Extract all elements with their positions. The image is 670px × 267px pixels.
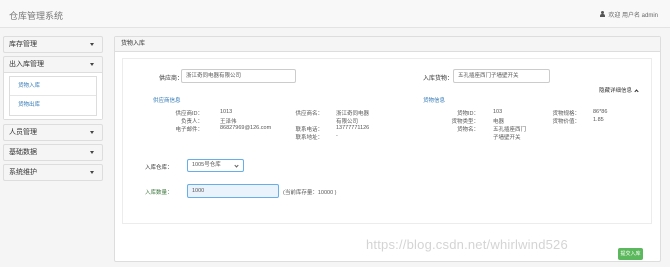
sidebar-group-body: 货物入库 货物出库 [4, 72, 102, 119]
info-value: 王泽伟 [220, 119, 237, 125]
warehouse-select[interactable]: 1005号仓库 [187, 159, 244, 172]
warehouse-label: 入库仓库： [145, 165, 173, 171]
info-value: 浙江奇同电器 [336, 111, 370, 117]
sidebar-group-basic-data[interactable]: 基础数据 [3, 144, 103, 161]
sidebar-group-system[interactable]: 系统维护 [3, 164, 103, 181]
info-value: 86827969@126.com [220, 125, 272, 131]
caret-down-icon [90, 63, 94, 66]
info-key: 联系电话： [295, 127, 323, 133]
info-value: 五孔插座西门 [493, 127, 527, 133]
info-key: 货物价值： [552, 119, 580, 125]
info-key: 供应商ID： [175, 111, 203, 117]
goods-info-title: 货物信息 [423, 98, 446, 104]
user-icon [599, 11, 606, 18]
welcome-text: 欢迎 用户名 admin [608, 13, 658, 19]
chevron-up-icon [634, 89, 639, 94]
submenu: 货物入库 货物出库 [9, 76, 97, 116]
sidebar-group-stock-in-out[interactable]: 出入库管理 货物入库 货物出库 [3, 56, 103, 120]
info-key: 货物名： [456, 127, 479, 133]
supplier-label: 供应商： [159, 76, 184, 82]
info-value: 86*86 [593, 109, 608, 115]
sidebar-group-label: 出入库管理 [9, 61, 44, 68]
chevron-down-icon [234, 163, 239, 168]
user-menu[interactable]: 欢迎 用户名 admin [599, 10, 658, 19]
info-value: 子墙壁开关 [493, 135, 521, 141]
caret-down-icon [90, 151, 94, 154]
sidebar: 库存管理 出入库管理 货物入库 货物出库 人员管理 基础数据 系统维护 [3, 36, 103, 184]
info-key: 电子邮件： [175, 127, 203, 133]
sidebar-group-label: 系统维护 [9, 169, 37, 176]
supplier-input[interactable]: 浙江奇同电器有限公司 [181, 69, 296, 83]
hide-details-toggle[interactable]: 隐藏详细信息 [599, 86, 639, 94]
sidebar-group-label: 库存管理 [9, 41, 37, 48]
sidebar-group-inventory[interactable]: 库存管理 [3, 36, 103, 53]
sidebar-group-label: 人员管理 [9, 129, 37, 136]
sidebar-group-personnel[interactable]: 人员管理 [3, 124, 103, 141]
submit-stock-in-button[interactable]: 提交入库 [618, 248, 643, 260]
info-value: 1013 [220, 109, 233, 115]
caret-down-icon [90, 43, 94, 46]
info-value: 13777771126 [336, 125, 370, 131]
stock-note: (当前库存量：10000 ) [283, 190, 337, 196]
info-key: 联系地址： [295, 135, 323, 141]
info-value: 有限公司 [336, 119, 359, 125]
info-key: 货物规格： [552, 111, 580, 117]
sidebar-item-stock-out[interactable]: 货物出库 [10, 96, 96, 115]
panel-title: 货物入库 [115, 37, 660, 52]
stock-in-panel: 货物入库 供应商： 浙江奇同电器有限公司 入库货物： 五孔插座西门子墙壁开关 隐… [114, 36, 661, 262]
quantity-label: 入库数量： [145, 190, 173, 196]
sidebar-item-stock-in[interactable]: 货物入库 [10, 77, 96, 96]
app-brand[interactable]: 仓库管理系统 [9, 9, 63, 22]
info-key: 货物类型： [451, 119, 479, 125]
watermark: https://blog.csdn.net/whirlwind526 [366, 237, 568, 252]
quantity-input[interactable]: 1000 [187, 184, 279, 198]
info-value: - [336, 133, 338, 139]
info-key: 负责人： [180, 119, 203, 125]
info-key: 货物ID： [456, 111, 479, 117]
top-navbar: 仓库管理系统 欢迎 用户名 admin [0, 0, 670, 28]
supplier-info-title: 供应商信息 [153, 98, 181, 104]
info-value: 电器 [493, 119, 505, 125]
goods-input[interactable]: 五孔插座西门子墙壁开关 [453, 69, 550, 83]
info-value: 103 [493, 109, 503, 115]
info-value: 1.85 [593, 117, 604, 123]
caret-down-icon [90, 171, 94, 174]
stock-in-form: 供应商： 浙江奇同电器有限公司 入库货物： 五孔插座西门子墙壁开关 隐藏详细信息… [122, 58, 652, 224]
caret-down-icon [90, 131, 94, 134]
info-key: 供应商名： [295, 111, 323, 117]
goods-label: 入库货物： [423, 76, 454, 82]
sidebar-group-label: 基础数据 [9, 149, 37, 156]
